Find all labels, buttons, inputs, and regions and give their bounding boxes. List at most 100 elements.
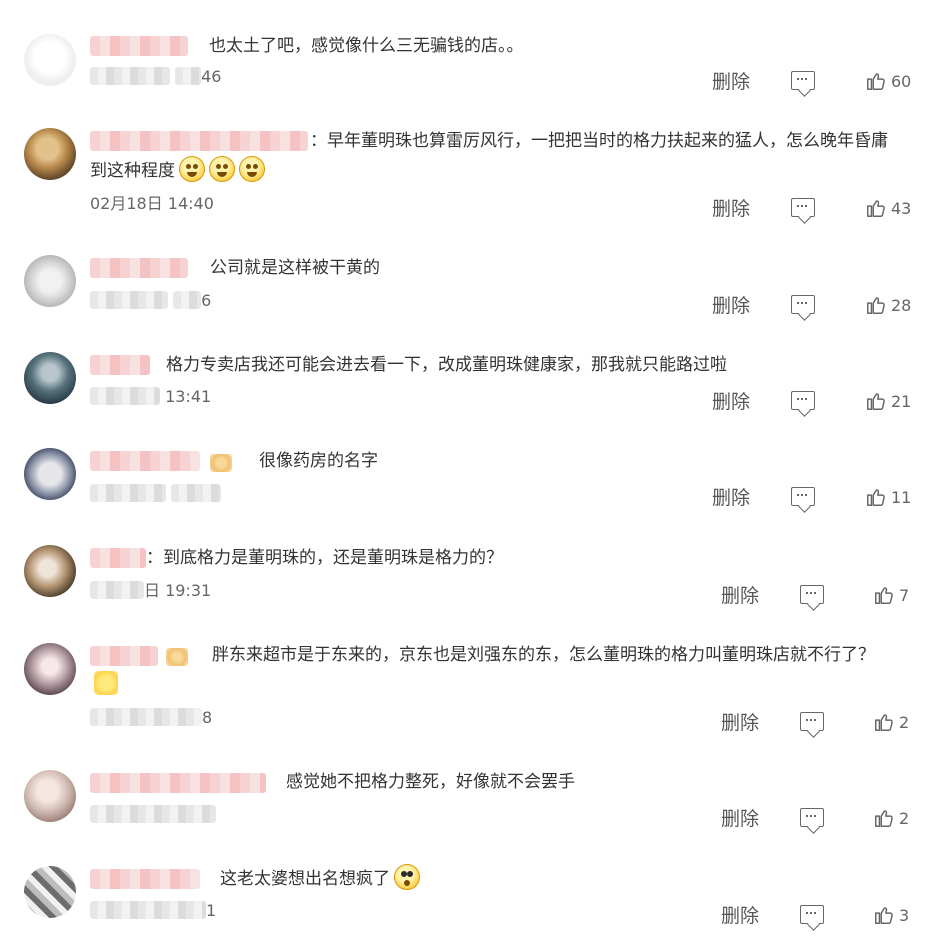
username-blurred[interactable] [90, 131, 308, 151]
comment-time-visible: 46 [201, 67, 222, 86]
comment-text-line2: 到这种程度 [90, 156, 265, 186]
delete-button[interactable]: 删除 [721, 904, 759, 928]
comment-text: 这老太婆想出名想疯了 [220, 864, 420, 894]
comment-time: 8 [90, 707, 212, 729]
comment-time [90, 483, 222, 505]
comment-time-visible: 1 [206, 901, 217, 920]
delete-button[interactable]: 删除 [712, 486, 750, 510]
comment-text: 很像药房的名字 [259, 451, 378, 471]
avatar[interactable] [24, 128, 76, 180]
comment-text: 公司就是这样被干黄的 [210, 258, 380, 278]
delete-button[interactable]: 删除 [712, 70, 750, 94]
comment-text: 感觉她不把格力整死，好像就不会罢手 [286, 772, 575, 792]
comment-text: ：早年董明珠也算雷厉风行，一把把当时的格力扶起来的猛人，怎么晚年昏庸 [310, 131, 888, 151]
like-count: 60 [891, 72, 912, 91]
like-count: 2 [899, 713, 910, 732]
time-blurred [90, 291, 168, 309]
thumbs-up-icon [867, 73, 885, 90]
username-blurred[interactable] [90, 355, 150, 375]
delete-button[interactable]: 删除 [712, 390, 750, 414]
comment-time-visible: 13:41 [165, 387, 212, 406]
comment-time: 日 19:31 [90, 580, 211, 602]
like-count: 2 [899, 809, 910, 828]
comment-text-continued: 到这种程度 [90, 161, 175, 181]
comment-text: 格力专卖店我还可能会进去看一下，改成董明珠健康家，那我就只能路过啦 [166, 355, 727, 375]
reply-icon[interactable] [800, 585, 824, 604]
comment-time-visible: 6 [201, 291, 212, 310]
reply-icon[interactable] [791, 71, 815, 90]
comment-time-visible: 8 [202, 708, 213, 727]
time-blurred [173, 291, 202, 309]
username-blurred[interactable] [90, 548, 146, 568]
thumbs-up-icon [875, 714, 893, 731]
like-count: 43 [891, 199, 912, 218]
comment-text: ：到底格力是董明珠的，还是董明珠是格力的？ [146, 548, 503, 568]
reply-icon[interactable] [791, 487, 815, 506]
time-blurred [90, 805, 216, 823]
comment-time-visible: 日 19:31 [144, 581, 212, 600]
avatar[interactable] [24, 770, 76, 822]
like-count: 11 [891, 488, 912, 507]
avatar[interactable] [24, 352, 76, 404]
reply-icon[interactable] [791, 295, 815, 314]
username-blurred[interactable] [90, 451, 200, 471]
like-count: 7 [899, 586, 910, 605]
time-blurred [171, 484, 222, 502]
reply-icon[interactable] [791, 391, 815, 410]
thumbs-up-icon [867, 297, 885, 314]
time-blurred [90, 387, 160, 405]
time-blurred [90, 581, 144, 599]
avatar[interactable] [24, 34, 76, 86]
username-blurred[interactable] [90, 869, 200, 889]
thumbs-up-icon [875, 907, 893, 924]
comment-time: 6 [90, 290, 211, 312]
thumbs-up-icon [875, 587, 893, 604]
comment-time [90, 804, 216, 826]
thumbs-up-icon [867, 489, 885, 506]
comment-time: 02月18日 14:40 [90, 194, 214, 213]
user-badge-icon [166, 648, 188, 666]
like-count: 3 [899, 906, 910, 925]
avatar[interactable] [24, 643, 76, 695]
delete-button[interactable]: 删除 [721, 807, 759, 831]
delete-button[interactable]: 删除 [721, 711, 759, 735]
avatar[interactable] [24, 255, 76, 307]
username-blurred[interactable] [90, 773, 266, 793]
comment-text: 胖东来超市是于东来的，京东也是刘强东的东，怎么董明珠的格力叫董明珠店就不行了？ [212, 645, 875, 665]
comment-time: 1 [90, 900, 216, 922]
username-blurred[interactable] [90, 258, 188, 278]
time-blurred [90, 484, 166, 502]
username-blurred[interactable] [90, 646, 158, 666]
avatar[interactable] [24, 448, 76, 500]
reply-icon[interactable] [800, 712, 824, 731]
like-count: 28 [891, 296, 912, 315]
shocked-emoji-icon [394, 864, 420, 890]
thumbs-up-icon [875, 810, 893, 827]
like-count: 21 [891, 392, 912, 411]
avatar[interactable] [24, 545, 76, 597]
thumbs-up-icon [867, 200, 885, 217]
user-badge-icon [210, 454, 232, 472]
reply-icon[interactable] [800, 905, 824, 924]
yellow-emoji-icon [94, 671, 118, 695]
avatar[interactable] [24, 866, 76, 918]
time-blurred [90, 901, 206, 919]
laughing-emoji-icon [179, 156, 205, 182]
comment-text-line2 [90, 670, 118, 700]
time-blurred [175, 67, 202, 85]
comment-text-body: 这老太婆想出名想疯了 [220, 869, 390, 889]
comment-time: 46 [90, 66, 221, 88]
comment-time: 13:41 [90, 386, 211, 408]
laughing-emoji-icon [239, 156, 265, 182]
delete-button[interactable]: 删除 [721, 584, 759, 608]
reply-icon[interactable] [791, 198, 815, 217]
delete-button[interactable]: 删除 [712, 197, 750, 221]
username-blurred[interactable] [90, 36, 188, 56]
delete-button[interactable]: 删除 [712, 294, 750, 318]
thumbs-up-icon [867, 393, 885, 410]
comment-text: 也太土了吧，感觉像什么三无骗钱的店。。 [209, 36, 524, 56]
time-blurred [90, 708, 202, 726]
time-blurred [90, 67, 170, 85]
laughing-emoji-icon [209, 156, 235, 182]
reply-icon[interactable] [800, 808, 824, 827]
